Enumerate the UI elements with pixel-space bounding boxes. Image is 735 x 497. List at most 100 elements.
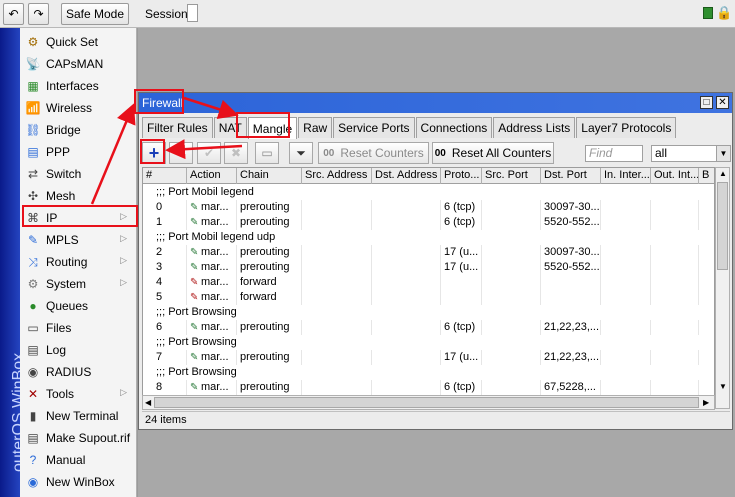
- chevron-down-icon: ▼: [716, 146, 730, 161]
- column-header[interactable]: Dst. Address: [372, 168, 441, 184]
- bridge-icon: ⛓: [25, 123, 41, 137]
- redo-button[interactable]: ↷: [28, 3, 49, 25]
- sidebar-item-interfaces[interactable]: ▦ Interfaces: [22, 75, 135, 97]
- scroll-left-icon[interactable]: ◀: [145, 398, 151, 407]
- sidebar-item-switch[interactable]: ⇄ Switch: [22, 163, 135, 185]
- vertical-scroll-thumb[interactable]: [717, 182, 728, 270]
- session-label: Session:: [145, 7, 192, 21]
- sidebar-item-log[interactable]: ▤ Log: [22, 339, 135, 361]
- sidebar-item-bridge[interactable]: ⛓ Bridge: [22, 119, 135, 141]
- comment-row[interactable]: ;;; Port Mobil legend udp: [143, 230, 714, 245]
- filter-button[interactable]: ⏷: [289, 142, 313, 164]
- column-header[interactable]: Action: [187, 168, 237, 184]
- maximize-button[interactable]: □: [700, 96, 713, 109]
- remove-button[interactable]: −: [169, 142, 193, 164]
- enable-button[interactable]: ✔: [197, 142, 221, 164]
- sidebar-item-wireless[interactable]: 📶 Wireless: [22, 97, 135, 119]
- table-row[interactable]: 7 ✎ mar... prerouting 17 (u... 21,22,23,...: [143, 350, 714, 365]
- reset-all-counters-button[interactable]: 00 Reset All Counters: [432, 142, 554, 164]
- rule-action: ✎ mar...: [187, 215, 237, 230]
- rule-src-address: [302, 380, 372, 395]
- rule-number: 2: [153, 245, 187, 260]
- scroll-down-icon[interactable]: ▼: [719, 382, 727, 391]
- rule-action-text: mar...: [201, 291, 229, 303]
- rule-out-interface: [651, 290, 699, 305]
- column-header[interactable]: Src. Port: [482, 168, 541, 184]
- sidebar-item-mesh[interactable]: ✣ Mesh: [22, 185, 135, 207]
- counter-icon: 00: [323, 147, 335, 159]
- column-header[interactable]: Dst. Port: [541, 168, 601, 184]
- column-header[interactable]: Out. Int...: [651, 168, 699, 184]
- comment-row[interactable]: ;;; Port Browsing: [143, 305, 714, 320]
- table-row[interactable]: 1 ✎ mar... prerouting 6 (tcp) 5520-552...: [143, 215, 714, 230]
- tab-service-ports[interactable]: Service Ports: [333, 117, 415, 138]
- sidebar-item-mpls[interactable]: ✎ MPLS ▷: [22, 229, 135, 251]
- undo-button[interactable]: ↶: [3, 3, 24, 25]
- rule-dst-address: [372, 380, 441, 395]
- window-titlebar[interactable]: Firewall □ ✕: [139, 93, 732, 113]
- session-field[interactable]: [187, 4, 198, 22]
- comment-row[interactable]: ;;; Port Browsing: [143, 335, 714, 350]
- reset-counters-button[interactable]: 00 Reset Counters: [318, 142, 429, 164]
- comment-row[interactable]: ;;; Port Browsing: [143, 365, 714, 380]
- vertical-scrollbar[interactable]: ▲ ▼: [715, 167, 730, 409]
- close-button[interactable]: ✕: [716, 96, 729, 109]
- column-header[interactable]: B: [699, 168, 714, 184]
- rule-src-port: [482, 380, 541, 395]
- sidebar-item-ppp[interactable]: ▤ PPP: [22, 141, 135, 163]
- tab-raw[interactable]: Raw: [298, 117, 333, 138]
- scroll-right-icon[interactable]: ▶: [703, 398, 709, 407]
- rule-in-interface: [601, 260, 651, 275]
- disable-button[interactable]: ✖: [224, 142, 248, 164]
- tab-filter-rules[interactable]: Filter Rules: [142, 117, 213, 138]
- rule-chain: prerouting: [237, 245, 302, 260]
- table-row[interactable]: 5 ✎ mar... forward: [143, 290, 714, 305]
- chain-filter-select[interactable]: all ▼: [651, 145, 731, 162]
- safe-mode-button[interactable]: Safe Mode: [61, 3, 129, 25]
- column-header[interactable]: Proto...: [441, 168, 482, 184]
- sidebar-item-capsman[interactable]: 📡 CAPsMAN: [22, 53, 135, 75]
- table-row[interactable]: 3 ✎ mar... prerouting 17 (u... 5520-552...: [143, 260, 714, 275]
- find-input[interactable]: Find: [585, 145, 643, 162]
- rule-src-port: [482, 320, 541, 335]
- sidebar-item-new-terminal[interactable]: ▮ New Terminal: [22, 405, 135, 427]
- comment-button[interactable]: ▭: [255, 142, 279, 164]
- tab-address-lists[interactable]: Address Lists: [493, 117, 576, 138]
- sidebar-item-queues[interactable]: ● Queues: [22, 295, 135, 317]
- sidebar-item-routing[interactable]: ⤨ Routing ▷: [22, 251, 135, 273]
- column-header[interactable]: #: [143, 168, 187, 184]
- rule-action-text: mar...: [201, 276, 229, 288]
- table-row[interactable]: 0 ✎ mar... prerouting 6 (tcp) 30097-30...: [143, 200, 714, 215]
- scroll-up-icon[interactable]: ▲: [719, 169, 727, 178]
- table-row[interactable]: 4 ✎ mar... forward: [143, 275, 714, 290]
- tab-connections[interactable]: Connections: [415, 117, 493, 138]
- horizontal-scroll-thumb[interactable]: [154, 397, 699, 408]
- rule-src-address: [302, 215, 372, 230]
- sidebar-item-make-supout-rif[interactable]: ▤ Make Supout.rif: [22, 427, 135, 449]
- rule-action: ✎ mar...: [187, 260, 237, 275]
- sidebar-item-files[interactable]: ▭ Files: [22, 317, 135, 339]
- sidebar-item-tools[interactable]: ✕ Tools ▷: [22, 383, 135, 405]
- sidebar-item-quick-set[interactable]: ⚙ Quick Set: [22, 31, 135, 53]
- pencil-icon: ✎: [190, 262, 199, 273]
- sidebar-item-manual[interactable]: ? Manual: [22, 449, 135, 471]
- rule-protocol: [441, 275, 482, 290]
- tab-bar: Filter Rules NAT Mangle Raw Service Ports Con…: [142, 117, 677, 139]
- table-row[interactable]: 6 ✎ mar... prerouting 6 (tcp) 21,22,23,...: [143, 320, 714, 335]
- column-header[interactable]: Src. Address: [302, 168, 372, 184]
- firewall-highlight-box: [134, 89, 184, 114]
- column-header[interactable]: Chain: [237, 168, 302, 184]
- sidebar-item-radius[interactable]: ◉ RADIUS: [22, 361, 135, 383]
- tab-layer7-protocols[interactable]: Layer7 Protocols: [576, 117, 677, 138]
- horizontal-scrollbar[interactable]: ◀ ▶: [142, 395, 715, 410]
- table-row[interactable]: 8 ✎ mar... prerouting 6 (tcp) 67,5228,...: [143, 380, 714, 395]
- comment-row[interactable]: ;;; Port Mobil legend: [143, 185, 714, 200]
- rule-chain: prerouting: [237, 260, 302, 275]
- table-row[interactable]: 2 ✎ mar... prerouting 17 (u... 30097-30...: [143, 245, 714, 260]
- rule-dst-address: [372, 275, 441, 290]
- column-header[interactable]: In. Inter...: [601, 168, 651, 184]
- rule-dst-address: [372, 320, 441, 335]
- sidebar-item-new-winbox[interactable]: ◉ New WinBox: [22, 471, 135, 493]
- sidebar-item-system[interactable]: ⚙ System ▷: [22, 273, 135, 295]
- sidebar-item-label: Mesh: [46, 189, 76, 203]
